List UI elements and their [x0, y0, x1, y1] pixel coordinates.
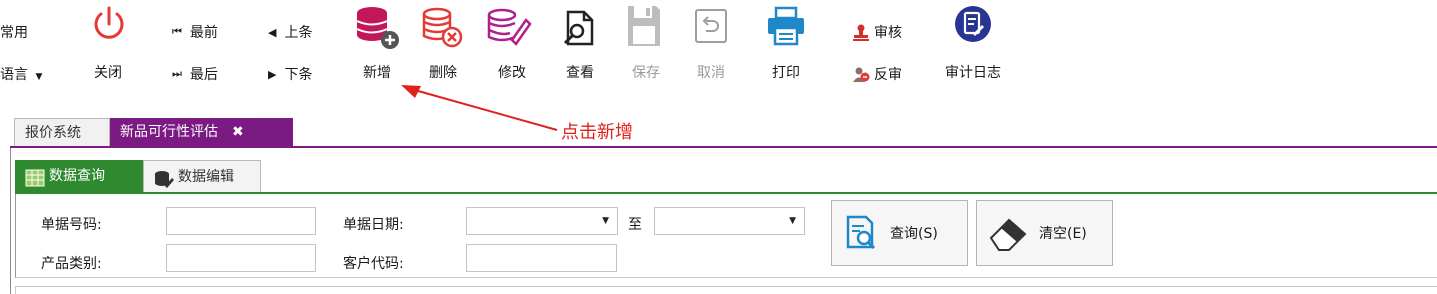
annotation-text: 点击新增	[561, 122, 633, 143]
results-grid[interactable]	[15, 286, 1437, 294]
audit-log-icon[interactable]	[953, 4, 993, 44]
doc-date-to-select[interactable]: ▼	[654, 207, 805, 235]
approve-label: 审核	[874, 25, 902, 41]
annotation-arrow	[401, 85, 558, 131]
category-label: 产品类别:	[41, 256, 102, 272]
delete-button[interactable]: 删除	[429, 62, 457, 82]
user-revert-icon	[852, 65, 870, 83]
subtab-label: 数据编辑	[178, 168, 234, 185]
query-button-label: 查询(S)	[890, 226, 938, 242]
doc-date-label: 单据日期:	[343, 217, 404, 233]
chevron-down-icon: ▼	[602, 216, 609, 226]
unapprove-label: 反审	[874, 67, 902, 83]
prev-icon: ◀	[268, 25, 277, 39]
doc-no-input[interactable]	[166, 207, 316, 235]
edit-button[interactable]: 修改	[498, 62, 526, 82]
language-label: 语言	[0, 67, 28, 83]
language-menu[interactable]: 语言 ▼	[0, 64, 42, 84]
toolbar: 常用 语言 ▼ 关闭 ⏮ 最前 ◀ 上条 ⏭ 最后 ▶ 下条 新增 删除 修改 …	[0, 0, 1437, 104]
power-icon[interactable]	[89, 4, 129, 44]
common-menu[interactable]: 常用	[0, 22, 28, 42]
database-edit-icon	[154, 168, 174, 188]
customer-code-input[interactable]	[466, 244, 617, 272]
chevron-down-icon: ▼	[789, 216, 796, 226]
next-record-button[interactable]: ▶ 下条	[268, 64, 312, 84]
category-input[interactable]	[166, 244, 316, 272]
audit-log-button[interactable]: 审计日志	[945, 62, 1001, 82]
query-button[interactable]: 查询(S)	[831, 200, 968, 266]
stamp-icon	[852, 23, 870, 41]
customer-code-label: 客户代码:	[343, 256, 404, 272]
subtab-label: 数据查询	[49, 168, 105, 184]
close-button[interactable]: 关闭	[94, 62, 122, 82]
tab-label: 报价系统	[25, 125, 81, 141]
add-button[interactable]: 新增	[363, 62, 391, 82]
print-button[interactable]: 打印	[772, 62, 800, 82]
close-icon[interactable]: ✖	[232, 124, 244, 140]
subtab-data-edit[interactable]: 数据编辑	[143, 160, 261, 192]
database-add-icon[interactable]	[354, 4, 400, 50]
database-delete-icon[interactable]	[420, 6, 464, 50]
cancel-button: 取消	[697, 65, 725, 81]
save-button: 保存	[632, 65, 660, 81]
database-edit-icon[interactable]	[486, 6, 532, 50]
last-record-button[interactable]: ⏭ 最后	[172, 64, 218, 84]
next-icon: ▶	[268, 67, 277, 81]
tab-new-product-feasibility[interactable]: 新品可行性评估 ✖	[110, 118, 293, 146]
unapprove-button[interactable]: 反审	[852, 64, 902, 84]
last-label: 最后	[189, 67, 218, 83]
first-label: 最前	[189, 25, 218, 41]
first-record-button[interactable]: ⏮ 最前	[172, 22, 218, 42]
table-icon	[25, 167, 45, 187]
doc-date-from-select[interactable]: ▼	[466, 207, 618, 235]
save-disk-icon	[626, 4, 662, 48]
chevron-down-icon: ▼	[35, 72, 43, 82]
first-icon: ⏮	[172, 25, 182, 38]
approve-button[interactable]: 审核	[852, 22, 902, 42]
subtab-data-query[interactable]: 数据查询	[15, 160, 143, 192]
clear-button[interactable]: 清空(E)	[976, 200, 1113, 266]
tab-label: 新品可行性评估	[120, 124, 218, 140]
to-label: 至	[628, 217, 642, 233]
prev-label: 上条	[284, 25, 313, 41]
view-button[interactable]: 查看	[566, 62, 594, 82]
eraser-icon	[987, 214, 1029, 252]
view-document-icon[interactable]	[560, 8, 596, 48]
undo-icon	[694, 8, 728, 44]
doc-no-label: 单据号码:	[41, 217, 102, 233]
prev-record-button[interactable]: ◀ 上条	[268, 22, 312, 42]
last-icon: ⏭	[172, 67, 182, 80]
next-label: 下条	[284, 67, 313, 83]
search-document-icon	[842, 214, 880, 252]
tab-quote-system[interactable]: 报价系统	[14, 118, 110, 146]
printer-icon[interactable]	[766, 6, 806, 46]
clear-button-label: 清空(E)	[1039, 226, 1087, 242]
